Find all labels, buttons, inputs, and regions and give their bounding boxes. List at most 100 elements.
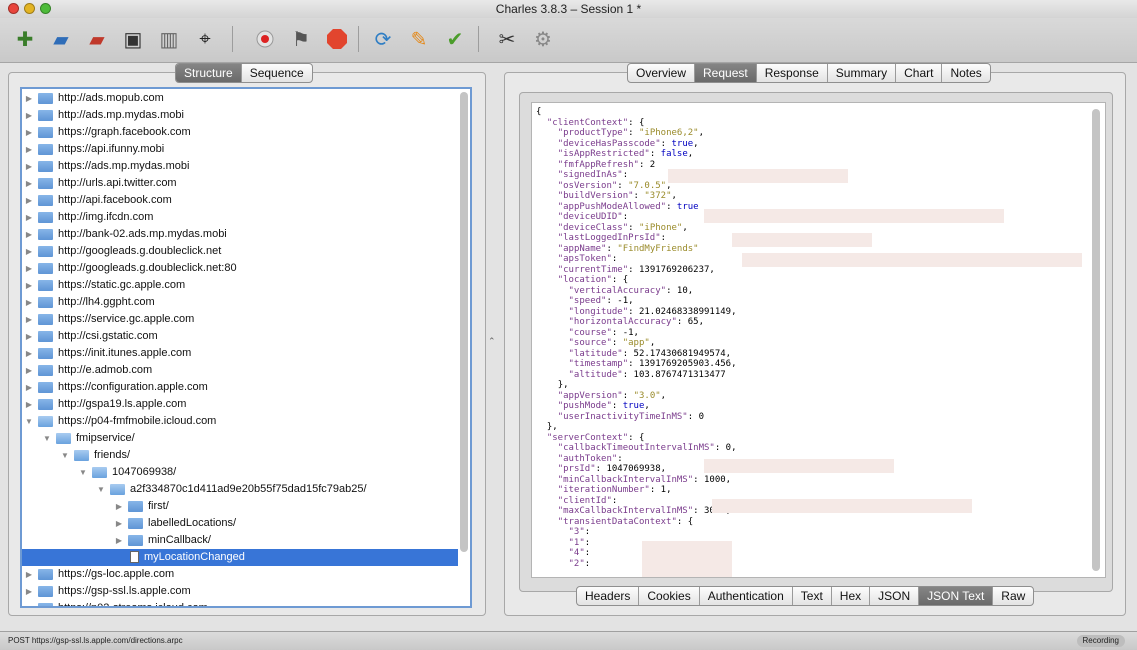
tab-cookies[interactable]: Cookies	[639, 587, 700, 605]
tree-row[interactable]: ▶ https://gsp-ssl.ls.apple.com	[22, 583, 458, 600]
disclosure-closed-icon[interactable]: ▶	[24, 175, 34, 192]
tab-hex[interactable]: Hex	[832, 587, 871, 605]
disclosure-closed-icon[interactable]: ▶	[24, 583, 34, 600]
open-session-icon[interactable]: ▰	[48, 26, 74, 52]
disclosure-closed-icon[interactable]: ▶	[24, 226, 34, 243]
save-icon[interactable]: ▣	[120, 26, 146, 52]
tree-row[interactable]: ▶ http://ads.mopub.com	[22, 90, 458, 107]
tab-headers[interactable]: Headers	[577, 587, 640, 605]
disclosure-closed-icon[interactable]: ▶	[24, 277, 34, 294]
tree-row[interactable]: ▶ http://ads.mp.mydas.mobi	[22, 107, 458, 124]
tree-row[interactable]: ▶ http://gspa19.ls.apple.com	[22, 396, 458, 413]
disclosure-closed-icon[interactable]: ▶	[24, 260, 34, 277]
tree-row[interactable]: ▶ https://static.gc.apple.com	[22, 277, 458, 294]
disclosure-closed-icon[interactable]: ▶	[24, 294, 34, 311]
tab-overview[interactable]: Overview	[628, 64, 696, 82]
disclosure-closed-icon[interactable]: ▶	[24, 107, 34, 124]
tab-text[interactable]: Text	[793, 587, 832, 605]
tree-row[interactable]: ▼ 1047069938/	[22, 464, 458, 481]
disclosure-closed-icon[interactable]: ▶	[24, 141, 34, 158]
close-session-icon[interactable]: ▰	[84, 26, 110, 52]
json-scrollbar[interactable]	[1092, 109, 1100, 571]
json-text-view[interactable]: { "clientContext": { "productType": "iPh…	[531, 102, 1106, 578]
tab-notes[interactable]: Notes	[942, 64, 989, 82]
tree-row[interactable]: ▶ http://googleads.g.doubleclick.net	[22, 243, 458, 260]
tree-row[interactable]: ▶ http://csi.gstatic.com	[22, 328, 458, 345]
splitter-handle[interactable]: ⌃	[488, 336, 496, 347]
tab-json-text[interactable]: JSON Text	[919, 587, 994, 605]
tree-row[interactable]: ▶ http://bank-02.ads.mp.mydas.mobi	[22, 226, 458, 243]
find-icon[interactable]: ⌖	[192, 26, 218, 52]
trash-icon[interactable]: ▥	[156, 26, 182, 52]
tree-row[interactable]: ▶ first/	[22, 498, 458, 515]
new-session-icon[interactable]: ✚	[12, 26, 38, 52]
tree-row[interactable]: ▶ http://api.facebook.com	[22, 192, 458, 209]
tab-response[interactable]: Response	[757, 64, 828, 82]
disclosure-open-icon[interactable]: ▼	[96, 481, 106, 498]
disclosure-closed-icon[interactable]: ▶	[24, 124, 34, 141]
tree-row[interactable]: ▼ a2f334870c1d411ad9e20b55f75dad15fc79ab2…	[22, 481, 458, 498]
tab-chart[interactable]: Chart	[896, 64, 943, 82]
tree-row[interactable]: ▶ labelledLocations/	[22, 515, 458, 532]
disclosure-open-icon[interactable]: ▼	[24, 413, 34, 430]
tree-row[interactable]: ▶ https://service.gc.apple.com	[22, 311, 458, 328]
tree-row[interactable]: myLocationChanged	[22, 549, 458, 566]
breakpoints-icon[interactable]	[324, 26, 350, 52]
tree-row[interactable]: ▶ https://p02-streams.icloud.com	[22, 600, 458, 606]
tree-row-label: http://googleads.g.doubleclick.net:80	[58, 262, 237, 274]
disclosure-closed-icon[interactable]: ▶	[24, 566, 34, 583]
disclosure-closed-icon[interactable]: ▶	[114, 515, 124, 532]
disclosure-open-icon[interactable]: ▼	[78, 464, 88, 481]
close-window-button[interactable]	[8, 3, 19, 14]
tab-authentication[interactable]: Authentication	[700, 587, 793, 605]
disclosure-closed-icon[interactable]: ▶	[24, 243, 34, 260]
zoom-window-button[interactable]	[40, 3, 51, 14]
disclosure-closed-icon[interactable]: ▶	[24, 396, 34, 413]
tab-json[interactable]: JSON	[870, 587, 920, 605]
disclosure-closed-icon[interactable]: ▶	[24, 362, 34, 379]
tree-row[interactable]: ▶ https://init.itunes.apple.com	[22, 345, 458, 362]
tree-row[interactable]: ▶ https://configuration.apple.com	[22, 379, 458, 396]
tree-row[interactable]: ▶ http://googleads.g.doubleclick.net:80	[22, 260, 458, 277]
disclosure-closed-icon[interactable]: ▶	[24, 192, 34, 209]
tab-structure[interactable]: Structure	[176, 64, 242, 82]
disclosure-open-icon[interactable]: ▼	[42, 430, 52, 447]
tree-row[interactable]: ▶ http://lh4.ggpht.com	[22, 294, 458, 311]
tree-row[interactable]: ▶ https://graph.facebook.com	[22, 124, 458, 141]
tree-scrollbar[interactable]	[460, 92, 468, 552]
disclosure-closed-icon[interactable]: ▶	[24, 209, 34, 226]
tree-row[interactable]: ▼ fmipservice/	[22, 430, 458, 447]
disclosure-closed-icon[interactable]: ▶	[24, 328, 34, 345]
disclosure-closed-icon[interactable]: ▶	[24, 600, 34, 606]
disclosure-closed-icon[interactable]: ▶	[24, 311, 34, 328]
edit-icon[interactable]: ✎	[406, 26, 432, 52]
tree-row[interactable]: ▶ http://e.admob.com	[22, 362, 458, 379]
disclosure-closed-icon[interactable]: ▶	[24, 345, 34, 362]
tab-request[interactable]: Request	[695, 64, 757, 82]
tree-row[interactable]: ▶ https://gs-loc.apple.com	[22, 566, 458, 583]
repeat-icon[interactable]: ⟳	[370, 26, 396, 52]
disclosure-closed-icon[interactable]: ▶	[24, 379, 34, 396]
settings-icon[interactable]: ⚙	[530, 26, 556, 52]
tab-summary[interactable]: Summary	[828, 64, 897, 82]
tab-sequence[interactable]: Sequence	[242, 64, 312, 82]
disclosure-open-icon[interactable]: ▼	[60, 447, 70, 464]
throttle-icon[interactable]: ⚑	[288, 26, 314, 52]
tab-raw[interactable]: Raw	[993, 587, 1033, 605]
tree-row[interactable]: ▼ https://p04-fmfmobile.icloud.com	[22, 413, 458, 430]
tree-row[interactable]: ▶ https://api.ifunny.mobi	[22, 141, 458, 158]
disclosure-closed-icon[interactable]: ▶	[24, 90, 34, 107]
disclosure-closed-icon[interactable]: ▶	[24, 158, 34, 175]
disclosure-closed-icon[interactable]: ▶	[114, 532, 124, 549]
disclosure-closed-icon[interactable]: ▶	[114, 498, 124, 515]
validate-icon[interactable]: ✔	[442, 26, 468, 52]
minimize-window-button[interactable]	[24, 3, 35, 14]
tree-row[interactable]: ▶ http://img.ifcdn.com	[22, 209, 458, 226]
tools-icon[interactable]: ✂	[494, 26, 520, 52]
tree-row-label: https://static.gc.apple.com	[58, 279, 186, 291]
tree-row[interactable]: ▶ minCallback/	[22, 532, 458, 549]
tree-row[interactable]: ▶ https://ads.mp.mydas.mobi	[22, 158, 458, 175]
tree-row[interactable]: ▶ http://urls.api.twitter.com	[22, 175, 458, 192]
tree-row[interactable]: ▼ friends/	[22, 447, 458, 464]
record-icon[interactable]	[252, 26, 278, 52]
